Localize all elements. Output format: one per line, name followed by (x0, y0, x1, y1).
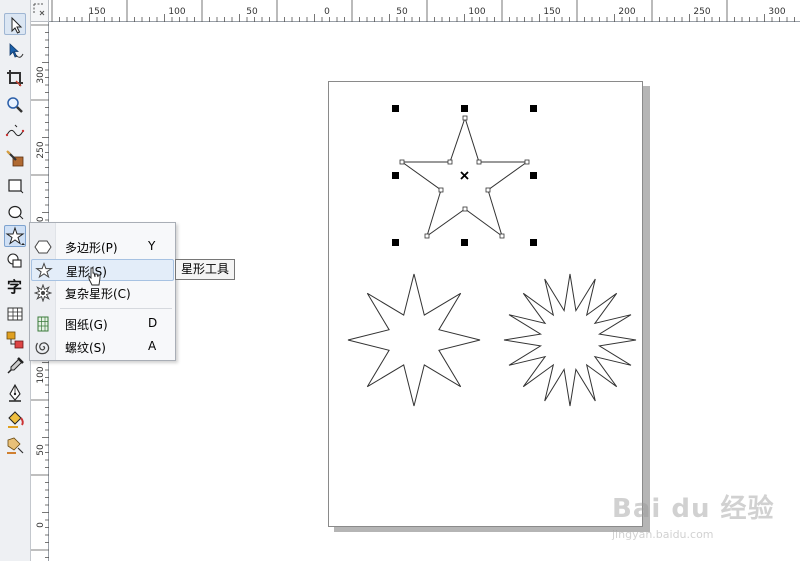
menu-item-complex-star[interactable]: 复杂星形(C) (31, 282, 174, 304)
toolbox: 字 (0, 0, 31, 561)
v-ruler-label: 300 (36, 66, 46, 83)
interactive-fill-icon (7, 437, 24, 454)
h-ruler-label: 150 (543, 7, 560, 17)
basic-shapes-icon (7, 253, 22, 268)
ruler-origin-corner[interactable] (31, 0, 49, 22)
menu-separator (60, 308, 172, 309)
zoom-tool-button[interactable] (4, 94, 26, 116)
table-tool-button[interactable] (4, 303, 26, 325)
rectangle-icon (8, 179, 24, 194)
table-icon (7, 307, 23, 321)
fill-tool-button[interactable] (4, 408, 26, 430)
v-ruler-label: 100 (36, 366, 46, 383)
ellipse-tool-button[interactable] (4, 201, 26, 223)
interactive-fill-tool-button[interactable] (4, 434, 26, 456)
h-ruler-label: 50 (246, 7, 258, 17)
connector-icon (6, 331, 24, 349)
v-ruler-label: 250 (36, 141, 46, 158)
eight-point-star[interactable] (347, 273, 481, 407)
selection-handle-top-right[interactable] (530, 105, 537, 112)
h-ruler-label: 100 (468, 7, 485, 17)
shape-tool-button[interactable] (4, 40, 26, 62)
sixteen-point-star[interactable] (503, 273, 637, 407)
h-ruler-label: 0 (324, 7, 330, 17)
graph-paper-icon (34, 315, 52, 333)
pick-tool-button[interactable] (4, 13, 26, 35)
outline-pen-tool-button[interactable] (4, 382, 26, 404)
crop-icon (7, 70, 23, 87)
star-tool-tooltip: 星形工具 (175, 259, 236, 280)
selection-handle-right[interactable] (530, 172, 537, 179)
h-ruler-label: 200 (618, 7, 635, 17)
text-tool-button[interactable]: 字 (4, 275, 26, 297)
ruler-origin-icon (33, 3, 45, 16)
horizontal-ruler[interactable]: 150 100 50 0 50 100 150 200 250 300 (49, 0, 800, 22)
watermark-url: jingyan.baidu.com (612, 528, 714, 541)
star-node[interactable] (462, 115, 468, 121)
polygon-tools-flyout: 多边形(P) Y 星形(S) 复杂星形(C) 图纸(G) D 螺纹(S) A (29, 222, 176, 361)
menu-item-graph-paper-shortcut: D (148, 316, 158, 330)
selection-handle-left[interactable] (392, 172, 399, 179)
crop-tool-button[interactable] (4, 67, 26, 89)
polygon-star-tool-button[interactable] (4, 225, 26, 247)
paint-bucket-icon (8, 411, 24, 428)
star-node[interactable] (476, 159, 482, 165)
star-node[interactable] (499, 233, 505, 239)
selection-handle-top-left[interactable] (392, 105, 399, 112)
selection-handle-bottom-right[interactable] (530, 239, 537, 246)
pen-nib-icon (9, 383, 21, 402)
star-node[interactable] (462, 206, 468, 212)
freehand-curve-icon (5, 124, 25, 137)
menu-item-polygon-label: 多边形(P) (65, 241, 118, 255)
star-icon (5, 226, 25, 245)
h-ruler-label: 300 (768, 7, 785, 17)
v-ruler-label: 0 (36, 522, 46, 528)
watermark-logo-text: Bai du 经验 (612, 494, 775, 524)
menu-item-polygon[interactable]: 多边形(P) Y (31, 236, 174, 258)
node-edit-icon (9, 43, 24, 58)
basic-shapes-tool-button[interactable] (4, 250, 26, 272)
menu-item-spiral-shortcut: A (148, 339, 157, 353)
eyedropper-tool-button[interactable] (4, 355, 26, 377)
menu-item-spiral[interactable]: 螺纹(S) A (31, 336, 174, 358)
selection-handle-bottom-left[interactable] (392, 239, 399, 246)
menu-item-graph-paper-label: 图纸(G) (65, 318, 108, 332)
magnifier-icon (7, 97, 23, 113)
ellipse-icon (8, 205, 24, 220)
polygon-icon (34, 238, 52, 256)
coreldraw-window: 字 150 100 50 0 50 100 150 200 250 300 30… (0, 0, 800, 561)
star-node[interactable] (524, 159, 530, 165)
h-ruler-label: 100 (168, 7, 185, 17)
freehand-tool-button[interactable] (4, 121, 26, 143)
menu-item-graph-paper[interactable]: 图纸(G) D (31, 313, 174, 335)
selection-handle-top[interactable] (461, 105, 468, 112)
star-node[interactable] (447, 159, 453, 165)
text-icon: 字 (7, 278, 22, 296)
star-icon (35, 262, 53, 280)
smart-fill-tool-button[interactable] (4, 148, 26, 170)
star-node[interactable] (399, 159, 405, 165)
menu-item-spiral-label: 螺纹(S) (65, 341, 106, 355)
baidu-jingyan-watermark: Bai du 经验 jingyan.baidu.com (612, 478, 798, 558)
h-ruler-label: 150 (88, 7, 105, 17)
complex-star-icon (34, 284, 52, 302)
spiral-icon (34, 338, 52, 356)
smart-fill-icon (6, 150, 24, 167)
hand-cursor-icon (88, 267, 101, 286)
eyedropper-icon (7, 357, 24, 374)
menu-item-star[interactable]: 星形(S) (31, 259, 174, 281)
v-ruler-label: 50 (36, 444, 46, 456)
connector-tool-button[interactable] (4, 329, 26, 351)
star-node[interactable] (424, 233, 430, 239)
menu-item-polygon-shortcut: Y (148, 239, 156, 253)
star-node[interactable] (485, 187, 491, 193)
h-ruler-label: 250 (693, 7, 710, 17)
selection-handle-bottom[interactable] (461, 239, 468, 246)
arrow-pointer-icon (11, 16, 23, 34)
h-ruler-label: 50 (396, 7, 408, 17)
star-node[interactable] (438, 187, 444, 193)
rectangle-tool-button[interactable] (4, 175, 26, 197)
horizontal-ruler-scale: 150 100 50 0 50 100 150 200 250 300 (51, 0, 795, 22)
svg-text:字: 字 (7, 278, 22, 296)
